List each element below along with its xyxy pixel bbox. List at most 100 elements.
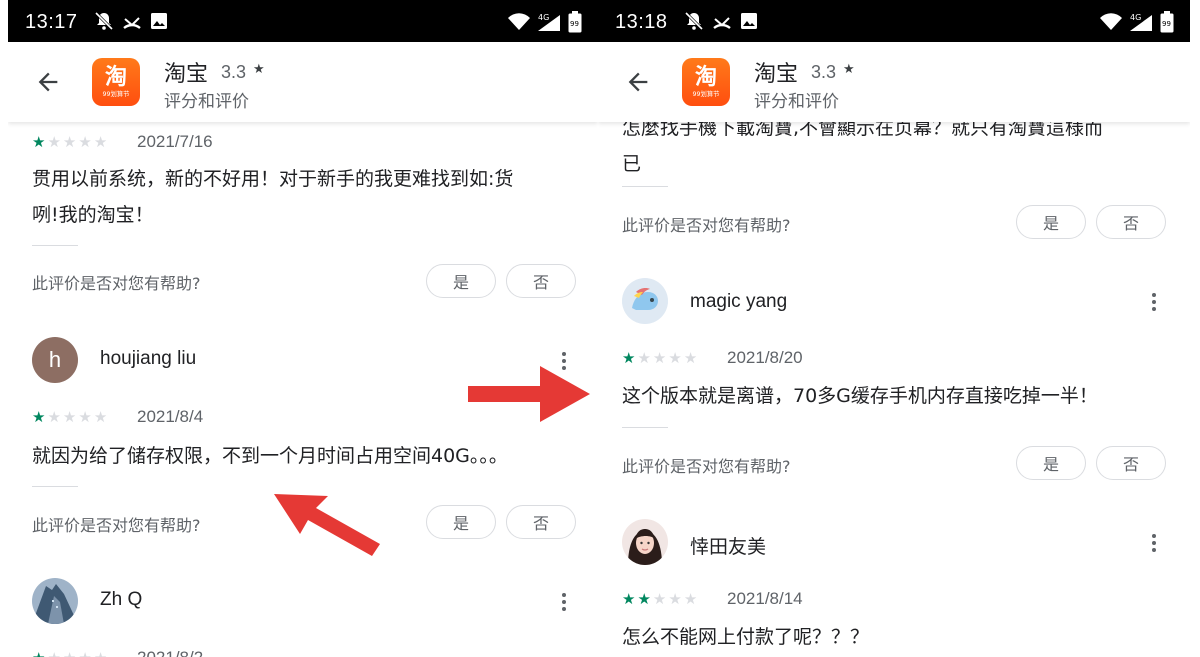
star-empty-icon: ★ bbox=[652, 590, 667, 608]
helpful-yes-button[interactable]: 是 bbox=[426, 505, 496, 539]
star-empty-icon: ★ bbox=[668, 590, 682, 608]
helpful-question: 此评价是否对您有帮助? bbox=[32, 516, 201, 535]
review-date: 2021/7/16 bbox=[137, 132, 213, 151]
red-arrow-up-left-icon bbox=[274, 494, 380, 556]
app-bar: 淘 99划算节 淘宝 3.3 ★ 评分和评价 bbox=[8, 42, 598, 122]
review-text: 就因为给了储存权限，不到一个月时间占用空间40G。。。 bbox=[32, 445, 508, 467]
helpful-yes-button[interactable]: 是 bbox=[426, 264, 496, 298]
review-text: 怎麼找手機下載淘寶,不會顯示在页幕？就只有淘寶這様而 已 bbox=[622, 122, 1104, 175]
battery-icon: 99 bbox=[1160, 11, 1174, 33]
review-date: 2021/8/14 bbox=[727, 589, 803, 608]
star-empty-icon: ★ bbox=[652, 349, 667, 367]
app-rating: 3.3 bbox=[221, 62, 247, 82]
helpful-yes-button[interactable]: 是 bbox=[1016, 205, 1086, 239]
star-rating: ★★★★★ bbox=[32, 409, 107, 425]
star-rating: ★★★★★ bbox=[32, 650, 107, 657]
star-empty-icon: ★ bbox=[668, 349, 682, 367]
star-empty-icon: ★ bbox=[94, 650, 107, 657]
more-options-button[interactable] bbox=[552, 587, 576, 617]
star-filled-icon: ★ bbox=[622, 349, 636, 367]
star-empty-icon: ★ bbox=[683, 590, 698, 608]
red-arrow-right-icon bbox=[468, 366, 590, 422]
star-filled-icon: ★ bbox=[32, 650, 45, 657]
star-empty-icon: ★ bbox=[78, 408, 92, 426]
back-button[interactable] bbox=[620, 64, 656, 100]
review-date: 2021/8/2 bbox=[137, 648, 203, 657]
helpful-question: 此评价是否对您有帮助? bbox=[622, 216, 791, 235]
star-empty-icon: ★ bbox=[47, 408, 61, 426]
avatar bbox=[622, 278, 668, 324]
helpful-question: 此评价是否对您有帮助? bbox=[622, 457, 791, 476]
star-empty-icon: ★ bbox=[47, 650, 60, 657]
image-icon bbox=[741, 13, 757, 29]
star-empty-icon: ★ bbox=[93, 133, 108, 151]
arrow-back-icon bbox=[628, 72, 648, 92]
status-bar: 13:18 4G 99 bbox=[598, 0, 1190, 42]
signal-4g-icon: 4G bbox=[538, 13, 560, 31]
star-filled-icon: ★ bbox=[637, 590, 651, 608]
review-date: 2021/8/4 bbox=[137, 407, 204, 426]
more-options-button[interactable] bbox=[1142, 528, 1166, 558]
app-logo: 淘 99划算节 bbox=[92, 58, 140, 106]
avatar bbox=[32, 578, 78, 624]
girl-photo-icon bbox=[622, 519, 668, 565]
app-rating: 3.3 bbox=[811, 62, 837, 82]
star-empty-icon: ★ bbox=[62, 408, 77, 426]
back-button[interactable] bbox=[30, 64, 66, 100]
helpful-no-button[interactable]: 否 bbox=[1096, 205, 1166, 239]
star-empty-icon: ★ bbox=[78, 133, 92, 151]
status-time: 13:17 bbox=[25, 11, 78, 33]
review-text: 这个版本就是离谱，70多G缓存手机内存直接吃掉一半！ bbox=[622, 385, 1098, 407]
divider bbox=[622, 427, 668, 428]
star-empty-icon: ★ bbox=[62, 133, 77, 151]
more-options-button[interactable] bbox=[1142, 287, 1166, 317]
image-icon bbox=[151, 13, 167, 29]
app-bar: 淘 99划算节 淘宝 3.3 ★ 评分和评价 bbox=[598, 42, 1190, 122]
app-name: 淘宝 bbox=[164, 62, 209, 87]
signal-4g-icon: 4G bbox=[1130, 13, 1152, 31]
avatar bbox=[622, 519, 668, 565]
helpful-no-button[interactable]: 否 bbox=[1096, 446, 1166, 480]
helpful-question: 此评价是否对您有帮助? bbox=[32, 274, 201, 293]
helpful-no-button[interactable]: 否 bbox=[506, 505, 576, 539]
star-empty-icon: ★ bbox=[63, 650, 76, 657]
app-name: 淘宝 bbox=[754, 62, 799, 87]
divider bbox=[622, 186, 668, 187]
reviewer-name: 悻田友美 bbox=[690, 537, 767, 558]
star-filled-icon: ★ bbox=[32, 408, 46, 426]
screenshot-right: 13:18 4G 99 淘 99划算节 淘宝 3.3 ★ 评分和评价 怎麼找手機… bbox=[598, 0, 1190, 657]
status-bar: 13:17 4G 99 bbox=[8, 0, 598, 42]
star-rating: ★★★★★ bbox=[32, 134, 107, 150]
missed-call-icon bbox=[123, 17, 141, 29]
star-empty-icon: ★ bbox=[637, 349, 651, 367]
app-logo-glyph: 淘 bbox=[694, 65, 717, 90]
helpful-yes-button[interactable]: 是 bbox=[1016, 446, 1086, 480]
building-photo-icon bbox=[32, 578, 78, 624]
review-date: 2021/8/20 bbox=[727, 348, 803, 367]
page-subtitle: 评分和评价 bbox=[164, 92, 249, 112]
svg-text:4G: 4G bbox=[538, 13, 549, 22]
star-filled-icon: ★ bbox=[622, 590, 636, 608]
reviewer-name: magic yang bbox=[690, 291, 788, 312]
notifications-off-icon bbox=[94, 11, 114, 31]
review-text: 怎么不能网上付款了呢？？？ bbox=[622, 626, 870, 648]
divider bbox=[32, 245, 78, 246]
star-rating: ★★★★★ bbox=[622, 591, 697, 607]
star-empty-icon: ★ bbox=[93, 408, 108, 426]
rainbow-pony-icon bbox=[622, 278, 668, 324]
review-text: 贯用以前系统，新的不好用！对于新手的我更难找到如:货 咧!我的淘宝！ bbox=[32, 168, 514, 226]
star-empty-icon: ★ bbox=[683, 349, 698, 367]
reviewer-name: Zh Q bbox=[100, 589, 143, 610]
helpful-no-button[interactable]: 否 bbox=[506, 264, 576, 298]
page-subtitle: 评分和评价 bbox=[754, 92, 839, 112]
svg-text:99: 99 bbox=[1162, 20, 1171, 28]
svg-text:4G: 4G bbox=[1130, 13, 1141, 22]
battery-icon: 99 bbox=[568, 11, 582, 33]
app-logo-subtext: 99划算节 bbox=[692, 90, 720, 98]
reviewer-name: houjiang liu bbox=[100, 348, 197, 369]
reviews-list[interactable]: 怎麼找手機下載淘寶,不會顯示在页幕？就只有淘寶這様而 已 此评价是否对您有帮助?… bbox=[598, 122, 1190, 657]
arrow-back-icon bbox=[38, 72, 58, 92]
notifications-off-icon bbox=[684, 11, 704, 31]
app-logo-glyph: 淘 bbox=[104, 65, 127, 90]
app-logo: 淘 99划算节 bbox=[682, 58, 730, 106]
